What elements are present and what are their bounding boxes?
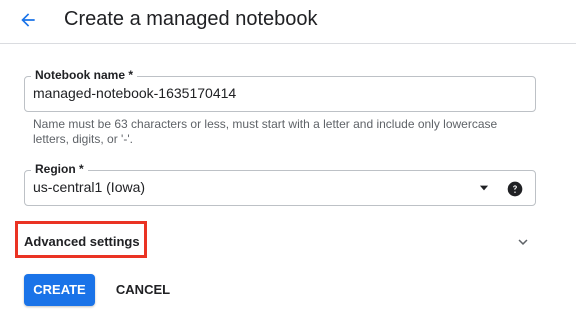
help-icon[interactable] (507, 181, 523, 197)
chevron-down-icon[interactable] (514, 233, 532, 251)
notebook-name-input[interactable] (33, 85, 513, 101)
cancel-button[interactable]: CANCEL (108, 274, 178, 306)
create-button[interactable]: CREATE (24, 274, 95, 306)
page-header: Create a managed notebook (0, 0, 576, 44)
region-label: Region * (31, 162, 88, 176)
back-button[interactable] (14, 8, 42, 32)
notebook-name-hint: Name must be 63 characters or less, must… (33, 117, 498, 146)
region-value: us-central1 (Iowa) (33, 179, 146, 195)
notebook-name-label: Notebook name * (31, 68, 138, 82)
arrow-drop-down-icon[interactable] (477, 181, 491, 195)
page-title: Create a managed notebook (64, 8, 318, 30)
arrow-back-icon (21, 13, 35, 27)
region-select[interactable]: Region * us-central1 (Iowa) (24, 162, 536, 206)
notebook-name-field[interactable]: Notebook name * (24, 68, 536, 112)
advanced-settings-toggle[interactable]: Advanced settings (24, 234, 140, 249)
